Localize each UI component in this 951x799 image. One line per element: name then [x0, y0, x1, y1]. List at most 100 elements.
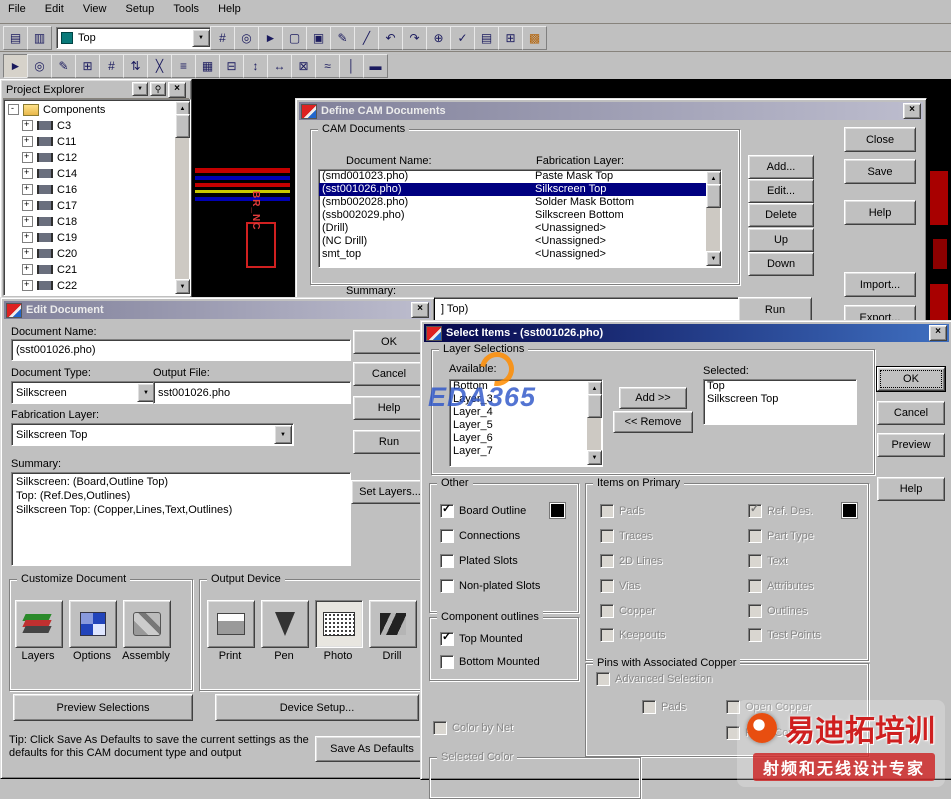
plated-slots-checkbox[interactable]: Plated Slots [440, 554, 518, 568]
options-button[interactable] [69, 600, 117, 648]
pins-pads-checkbox[interactable]: Pads [642, 700, 686, 714]
cam-list-scrollbar[interactable] [706, 171, 720, 266]
copper-checkbox[interactable]: Copper [600, 604, 655, 618]
expand-icon[interactable] [22, 136, 33, 147]
available-item[interactable]: Bottom [450, 380, 602, 393]
add-icon[interactable]: ⊞ [75, 54, 100, 78]
outlines-checkbox[interactable]: Outlines [748, 604, 807, 618]
cursor-icon[interactable]: ► [258, 26, 283, 50]
selected-item[interactable]: Top [704, 380, 856, 393]
close-tool-icon[interactable]: ⊠ [291, 54, 316, 78]
tree-item-c14[interactable]: C14 [22, 166, 77, 181]
expand-icon[interactable] [22, 184, 33, 195]
scroll-down-icon[interactable] [706, 251, 721, 266]
set-layers-button[interactable]: Set Layers... [351, 480, 429, 504]
stretch-v-icon[interactable]: ↕ [243, 54, 268, 78]
chevron-down-icon[interactable] [274, 425, 292, 444]
available-scrollbar[interactable] [587, 381, 601, 465]
verify-icon[interactable]: ✓ [450, 26, 475, 50]
filled-copper-checkbox[interactable]: Filled Copper [726, 726, 810, 740]
tree-item-c22[interactable]: C22 [22, 278, 77, 293]
redo-icon[interactable]: ↷ [402, 26, 427, 50]
cam-doc-row[interactable]: (smd001023.pho)Paste Mask Top [319, 170, 721, 183]
preview-selections-button[interactable]: Preview Selections [13, 694, 193, 721]
available-item[interactable]: Layer_5 [450, 419, 602, 432]
available-item[interactable]: Layer_6 [450, 432, 602, 445]
delete-icon[interactable]: ╳ [147, 54, 172, 78]
close-icon[interactable] [411, 302, 429, 318]
cam-doc-row[interactable]: (ssb002029.pho)Silkscreen Bottom [319, 209, 721, 222]
menu-view[interactable]: View [75, 0, 115, 18]
tree-scrollbar[interactable] [175, 101, 189, 294]
preview-button[interactable]: Preview [877, 433, 945, 457]
tree-item-c17[interactable]: C17 [22, 198, 77, 213]
doc-type-combo[interactable]: Silkscreen [11, 381, 157, 404]
save-icon[interactable]: ▥ [27, 26, 52, 50]
cam-doc-row[interactable]: (sst001026.pho)Silkscreen Top [319, 183, 721, 196]
menu-edit[interactable]: Edit [37, 0, 72, 18]
cam-doc-row[interactable]: (smb002028.pho)Solder Mask Bottom [319, 196, 721, 209]
expand-icon[interactable] [22, 248, 33, 259]
expand-icon[interactable] [22, 200, 33, 211]
board-outline-checkbox[interactable]: Board Outline [440, 504, 526, 518]
zoom-icon[interactable]: ⊕ [426, 26, 451, 50]
advanced-selection-checkbox[interactable]: Advanced Selection [596, 672, 712, 686]
keepouts-checkbox[interactable]: Keepouts [600, 628, 665, 642]
wave-icon[interactable]: ≈ [315, 54, 340, 78]
close-icon[interactable] [929, 325, 947, 341]
project-explorer-header[interactable]: Project Explorer ▼ ⚲ [3, 82, 189, 99]
available-item[interactable]: Layer_3 [450, 393, 602, 406]
cam-doc-row[interactable]: smt_top<Unassigned> [319, 248, 721, 261]
pen-button[interactable] [261, 600, 309, 648]
define-cam-titlebar[interactable]: Define CAM Documents [299, 102, 923, 120]
tree-item-c16[interactable]: C16 [22, 182, 77, 197]
expand-icon[interactable] [22, 264, 33, 275]
import-button[interactable]: Import... [844, 272, 916, 297]
scroll-thumb[interactable] [706, 184, 721, 208]
tree-root-components[interactable]: Components [8, 102, 105, 117]
tree-item-c12[interactable]: C12 [22, 150, 77, 165]
select-tool-icon[interactable]: ► [3, 54, 28, 78]
expand-icon[interactable] [22, 120, 33, 131]
close-icon[interactable] [903, 103, 921, 119]
menu-file[interactable]: File [0, 0, 34, 18]
layers-button[interactable] [15, 600, 63, 648]
selected-item[interactable]: Silkscreen Top [704, 393, 856, 406]
expand-icon[interactable] [22, 232, 33, 243]
scroll-thumb[interactable] [175, 114, 190, 138]
remove-layer-button[interactable]: << Remove [613, 411, 693, 433]
expand-icon[interactable] [22, 168, 33, 179]
sheet-icon[interactable]: ▤ [474, 26, 499, 50]
tree-item-c19[interactable]: C19 [22, 230, 77, 245]
chevron-down-icon[interactable]: ▼ [132, 82, 148, 96]
print-button[interactable] [207, 600, 255, 648]
layer-combo[interactable]: Top [56, 27, 212, 49]
color-by-net-checkbox[interactable]: Color by Net [433, 721, 513, 735]
undo-icon[interactable]: ↶ [378, 26, 403, 50]
attributes-checkbox[interactable]: Attributes [748, 579, 813, 593]
menu-tools[interactable]: Tools [165, 0, 207, 18]
text-checkbox[interactable]: Text [748, 554, 787, 568]
open-icon[interactable]: ▤ [3, 26, 28, 50]
run-button[interactable]: Run [738, 297, 812, 322]
board-icon[interactable]: ▢ [282, 26, 307, 50]
cancel-button[interactable]: Cancel [353, 362, 425, 386]
help-button[interactable]: Help [844, 200, 916, 225]
expand-icon[interactable] [22, 280, 33, 291]
help-button[interactable]: Help [877, 477, 945, 501]
ref-des-checkbox[interactable]: Ref. Des. [748, 504, 813, 518]
2d-lines-checkbox[interactable]: 2D Lines [600, 554, 662, 568]
display-icon[interactable]: ▣ [306, 26, 331, 50]
align-icon[interactable]: ≡ [171, 54, 196, 78]
close-icon[interactable] [168, 82, 186, 98]
scroll-down-icon[interactable] [587, 450, 602, 465]
array-icon[interactable]: ▦ [195, 54, 220, 78]
cam-doc-row[interactable]: (Drill)<Unassigned> [319, 222, 721, 235]
edit-button[interactable]: Edit... [748, 179, 814, 203]
photo-button[interactable] [315, 600, 363, 648]
close-button[interactable]: Close [844, 127, 916, 152]
line-icon[interactable]: ╱ [354, 26, 379, 50]
fab-layer-combo[interactable]: Silkscreen Top [11, 423, 294, 446]
add-layer-button[interactable]: Add >> [619, 387, 687, 409]
run-button[interactable]: Run [353, 430, 425, 454]
